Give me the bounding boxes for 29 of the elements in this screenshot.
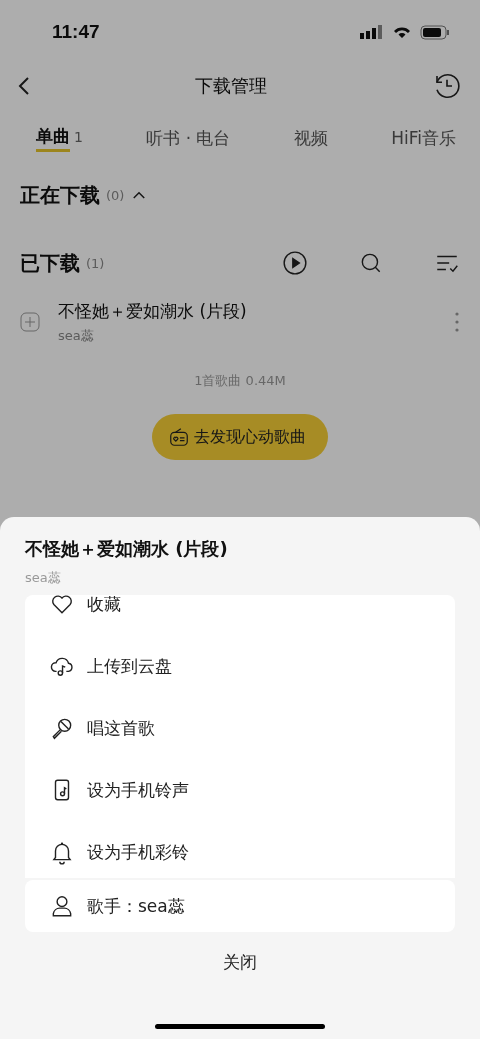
close-button[interactable]: 关闭: [217, 950, 263, 975]
battery-icon: [420, 24, 450, 40]
radio-icon: [168, 426, 190, 448]
tab[interactable]: 单曲 1: [36, 124, 83, 152]
menu-item[interactable]: 设为手机铃声: [25, 759, 455, 821]
section-title: 已下载: [20, 249, 80, 277]
signal-icon: [360, 25, 384, 39]
tab[interactable]: 听书 · 电台: [146, 126, 231, 150]
menu-item[interactable]: 歌手：sea蕊: [25, 880, 455, 932]
download-summary: 1首歌曲 0.44M: [193, 372, 287, 390]
song-title: 不怪她＋爱如潮水 (片段): [58, 299, 248, 323]
menu-item[interactable]: 设为手机彩铃: [25, 821, 455, 878]
discover-button[interactable]: 去发现心动歌曲: [152, 414, 328, 460]
tab[interactable]: 视频: [293, 126, 328, 150]
status-time: 11:47: [52, 21, 100, 43]
page-title: 下载管理: [195, 74, 267, 98]
menu-item[interactable]: 收藏: [25, 595, 455, 635]
menu-item[interactable]: 上传到云盘: [25, 635, 455, 697]
sheet-title: 不怪她＋爱如潮水 (片段): [25, 537, 229, 561]
wifi-icon: [392, 25, 412, 39]
sheet-subtitle: sea蕊: [25, 569, 62, 587]
section-title: 正在下载: [20, 181, 100, 209]
tab[interactable]: HiFi音乐: [391, 126, 456, 150]
menu-item[interactable]: 唱这首歌: [25, 697, 455, 759]
more-icon[interactable]: [454, 311, 460, 333]
section-count: (1): [86, 255, 105, 271]
song-artist: sea蕊: [58, 326, 95, 345]
play-icon: [282, 250, 308, 276]
section-count: (0): [106, 187, 125, 203]
